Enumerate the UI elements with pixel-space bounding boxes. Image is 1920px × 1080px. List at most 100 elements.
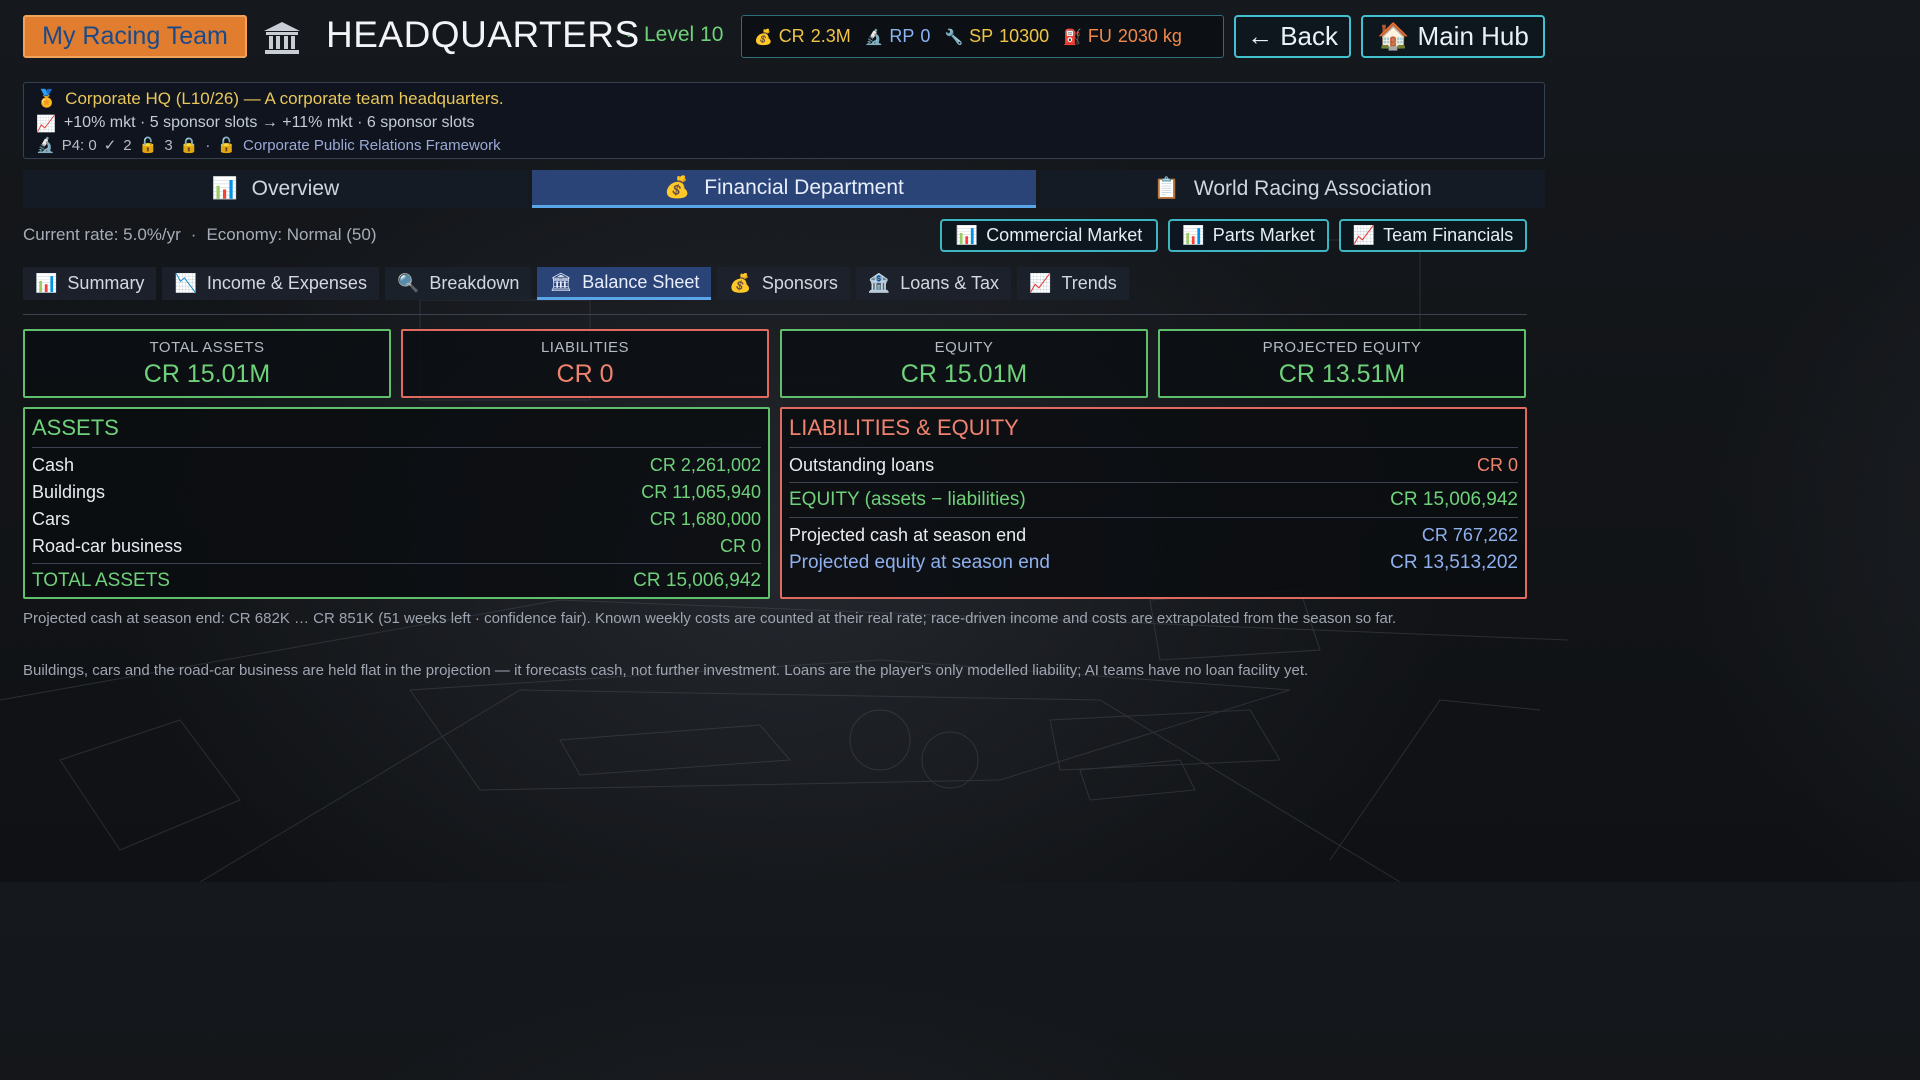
asset-value: CR 2,261,002 [649,455,761,475]
bar-chart-icon: 📊 [211,177,238,200]
commercial-market-label: Commercial Market [986,225,1143,245]
tab-overview-label: Overview [251,177,340,200]
bar-chart-icon: 📊 [35,273,58,293]
lock-icon: 🔒 [179,137,199,154]
microscope-icon: 🔬 [864,28,884,46]
subtab-income-expenses[interactable]: 📉 Income & Expenses [162,267,379,300]
assets-panel: ASSETS Cash CR 2,261,002 Buildings CR 11… [23,407,770,599]
subtab-balance-sheet[interactable]: 🏛 Balance Sheet [537,267,712,300]
page-title: HEADQUARTERS [326,14,640,55]
unlock-icon: 🔓 [217,137,237,154]
asset-value: CR 0 [719,536,761,556]
bank-icon: 🏦 [867,273,891,293]
loans-divider [789,482,1518,483]
projected-equity-label: Projected equity at season end [789,552,1050,573]
subtab-sponsors-label: Sponsors [761,273,838,293]
resource-sp: 🔧 SP 10300 [944,26,1049,47]
asset-value: CR 11,065,940 [641,482,761,502]
resource-rp: 🔬 RP 0 [865,26,931,47]
subtab-breakdown-label: Breakdown [429,273,520,293]
subtab-breakdown[interactable]: 🔍 Breakdown [384,267,532,300]
finance-sub-tabs: 📊 Summary 📉 Income & Expenses 🔍 Breakdow… [23,267,1129,300]
asset-value: CR 1,680,000 [649,509,761,529]
asset-label: Road-car business [32,536,183,556]
loans-value: CR 0 [1476,455,1518,475]
tab-world-racing-association[interactable]: 📋 World Racing Association [1040,170,1546,208]
stat-total-assets-label: TOTAL ASSETS [149,339,265,356]
team-financials-button[interactable]: 📈 Team Financials [1339,219,1527,252]
building-description: 🏅 Corporate HQ (L10/26) — A corporate te… [36,89,504,109]
parts-market-button[interactable]: 📊 Parts Market [1168,219,1329,252]
equity-row: EQUITY (assets − liabilities) CR 15,006,… [789,489,1518,511]
asset-row-cash: Cash CR 2,261,002 [32,455,761,476]
resource-fu-label: FU [1087,26,1112,46]
section-divider [23,314,1527,315]
chart-down-icon: 📉 [174,273,197,293]
project-phase: P4: 0 [61,136,97,154]
loans-label: Outstanding loans [789,455,935,475]
team-financials-label: Team Financials [1383,225,1514,245]
check-icon: ✓ [103,137,117,154]
subtab-sponsors[interactable]: 💰 Sponsors [717,267,850,300]
resource-rp-label: RP [889,26,915,46]
assets-total-value: CR 15,006,942 [633,570,761,591]
projected-equity-value: CR 13,513,202 [1390,552,1518,573]
resource-rp-value: 0 [920,26,931,46]
wrench-icon: 🔧 [944,28,964,46]
bank-building-icon: 🏛 [549,271,573,292]
team-button[interactable]: My Racing Team [23,15,247,58]
subtab-balance-sheet-label: Balance Sheet [582,271,700,292]
back-button[interactable]: ← Back [1234,15,1351,58]
asset-row-road-car: Road-car business CR 0 [32,536,761,557]
resource-sp-value: 10300 [999,26,1050,46]
subtab-income-expenses-label: Income & Expenses [206,273,367,293]
top-bar: My Racing Team HEADQUARTERS · Level 10 💰… [0,0,1568,72]
locked-count: 3 [164,136,173,154]
projected-equity-row: Projected equity at season end CR 13,513… [789,552,1518,574]
medal-icon: 🏅 [36,89,58,108]
resource-sp-label: SP [969,26,994,46]
commercial-market-button[interactable]: 📊 Commercial Market [940,219,1158,252]
house-icon: 🏠 [1377,21,1410,51]
project-name[interactable]: Corporate Public Relations Framework [243,137,501,154]
liabilities-title-divider [789,447,1518,448]
unlocked-count: 2 [123,136,132,154]
stat-liabilities-value: CR 0 [556,360,614,388]
economy-status: Economy: Normal (50) [206,225,377,244]
fuel-pump-icon: ⛽ [1063,28,1082,46]
main-hub-button[interactable]: 🏠 Main Hub [1361,15,1545,58]
tab-financial-department[interactable]: 💰 Financial Department [531,170,1037,208]
equity-value: CR 15,006,942 [1390,489,1518,510]
subtab-summary-label: Summary [67,273,145,293]
main-tab-bar: 📊 Overview 💰 Financial Department 📋 Worl… [23,170,1546,208]
chart-up-icon: 📈 [1352,225,1376,245]
tab-financial-department-label: Financial Department [704,175,904,199]
assets-total-row: TOTAL ASSETS CR 15,006,942 [32,570,761,592]
tab-world-racing-association-label: World Racing Association [1193,177,1432,200]
subtab-trends[interactable]: 📈 Trends [1017,267,1129,300]
equity-label: EQUITY (assets − liabilities) [789,489,1026,510]
stat-liabilities-label: LIABILITIES [540,339,630,356]
building-description-text: Corporate HQ (L10/26) — A corporate team… [65,89,504,108]
money-bag-icon: 💰 [754,28,773,46]
rate-info: Current rate: 5.0%/yr · Economy: Normal … [23,225,377,245]
stat-equity-label: EQUITY [934,339,994,356]
project-status: 🔬 P4: 0 ✓ 2 🔓 3 🔒 · 🔓 Corporate Public R… [36,136,501,155]
bar-chart-icon: 📊 [1182,225,1205,245]
liabilities-title: LIABILITIES & EQUITY [789,415,1019,440]
upgrade-preview-text: +10% mkt · 5 sponsor slots → +11% mkt · … [63,114,475,131]
subtab-loans-tax[interactable]: 🏦 Loans & Tax [855,267,1012,300]
stat-total-assets: TOTAL ASSETS CR 15.01M [23,329,391,398]
current-rate: Current rate: 5.0%/yr [23,225,181,244]
money-bag-icon: 💰 [729,273,752,293]
level-separator: · [626,26,632,47]
tab-overview[interactable]: 📊 Overview [23,170,528,208]
stat-projected-equity-value: CR 13.51M [1278,360,1406,388]
stat-projected-equity: PROJECTED EQUITY CR 13.51M [1158,329,1526,398]
main-hub-label: Main Hub [1417,21,1529,51]
assets-total-divider [32,563,761,564]
assets-title: ASSETS [32,415,119,440]
subtab-summary[interactable]: 📊 Summary [23,267,157,300]
assets-total-label: TOTAL ASSETS [32,570,170,591]
clipboard-icon: 📋 [1153,177,1180,200]
